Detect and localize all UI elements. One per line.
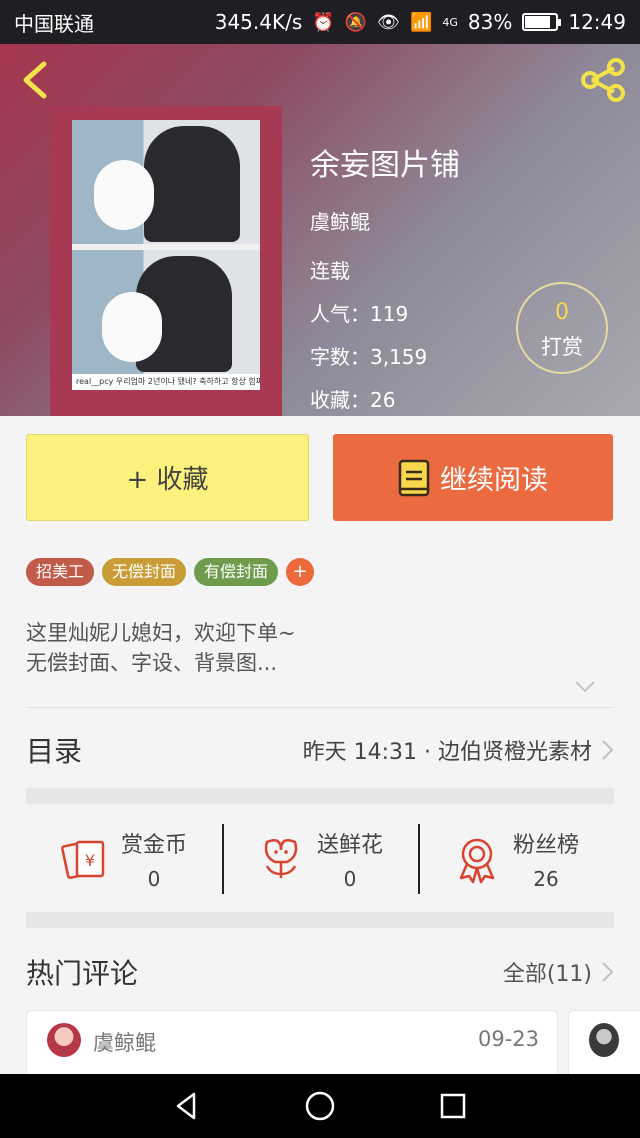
nav-recents-icon[interactable] [436, 1089, 470, 1123]
description-line: 无偿封面、字设、背景图... [26, 651, 278, 675]
mute-icon: 🔕 [344, 11, 368, 33]
book-info: 余妄图片铺 虞鲸鲲 连载 人气：119 字数：3,159 收藏：26 [310, 140, 460, 413]
battery-percent: 83% [467, 10, 513, 34]
network-speed: 345.4K/s [214, 10, 303, 34]
collect-button[interactable]: + 收藏 [26, 434, 309, 521]
comment-date: 09-23 [477, 1027, 539, 1051]
latest-chapter: 昨天 14:31 · 边伯贤橙光素材 [302, 740, 592, 765]
carrier-name: 中国联通 [14, 11, 94, 36]
back-button[interactable] [16, 58, 56, 102]
stats-row: ¥ 赏金币 0 送鲜花 0 粉丝榜 26 [26, 806, 614, 912]
tag-item[interactable]: 招美工 [26, 558, 95, 586]
network-type: 4G [442, 15, 458, 29]
alarm-icon: ⏰ [312, 11, 335, 33]
stat-coins[interactable]: ¥ 赏金币 0 [26, 806, 222, 912]
reward-count: 0 [555, 300, 569, 325]
tag-list: 招美工 无偿封面 有偿封面 + [26, 558, 315, 586]
wifi-icon: 📶 [409, 11, 433, 33]
book-description: 这里灿妮儿媳妇，欢迎下单~ 无偿封面、字设、背景图... [26, 618, 296, 678]
battery-icon [522, 13, 562, 31]
book-status: 连载 [310, 259, 350, 283]
avatar[interactable] [47, 1023, 81, 1057]
continue-reading-button[interactable]: 继续阅读 [333, 434, 613, 521]
cover-caption: real__pcy 우리엄마 2년이나 됐네? 축하하고 항상 힘쩌보자 💋 [72, 374, 260, 390]
flower-icon [264, 839, 298, 878]
section-separator [26, 912, 614, 928]
cover-photo [72, 120, 260, 374]
svg-text:¥: ¥ [85, 851, 95, 870]
comments-title: 热门评论 [26, 957, 139, 990]
medal-icon [459, 838, 495, 884]
chevron-right-icon [602, 740, 614, 760]
stat-label: 赏金币 [120, 833, 187, 858]
continue-reading-label: 继续阅读 [440, 465, 548, 496]
nav-back-icon[interactable] [170, 1089, 204, 1123]
collect-label: + 收藏 [126, 465, 209, 495]
book-header: real__pcy 우리엄마 2년이나 됐네? 축하하고 항상 힘쩌보자 💋 余… [0, 44, 640, 416]
stat-value: 0 [343, 867, 357, 891]
stat-flowers[interactable]: 送鲜花 0 [222, 806, 418, 912]
book-word-count: 字数：3,159 [310, 345, 428, 369]
book-cover[interactable]: real__pcy 우리엄마 2년이나 됐네? 축하하고 항상 힘쩌보자 💋 [50, 106, 282, 416]
stat-label: 送鲜花 [316, 833, 383, 858]
add-tag-button[interactable]: + [286, 558, 315, 586]
stat-value: 0 [147, 867, 161, 891]
eye-icon: 👁 [377, 11, 400, 33]
share-button[interactable] [578, 58, 628, 102]
status-bar: 中国联通 345.4K/s ⏰ 🔕 👁 📶 4G 83% 12:49 [0, 0, 640, 44]
reward-label: 打赏 [541, 335, 583, 359]
status-indicators: 345.4K/s ⏰ 🔕 👁 📶 4G 83% 12:49 [215, 10, 626, 34]
tag-item[interactable]: 无偿封面 [102, 558, 187, 586]
back-arrow-icon [23, 61, 47, 99]
stat-value: 26 [533, 867, 559, 891]
divider [26, 707, 614, 708]
avatar[interactable] [589, 1023, 619, 1057]
book-title: 余妄图片铺 [310, 148, 460, 183]
chevron-right-icon[interactable] [600, 961, 614, 983]
book-favorites: 收藏：26 [310, 388, 396, 412]
stat-fans[interactable]: 粉丝榜 26 [418, 806, 614, 912]
share-icon [581, 58, 625, 102]
book-icon [398, 459, 430, 496]
all-comments-link[interactable]: 全部(11) [503, 956, 592, 988]
catalog-label: 目录 [26, 735, 83, 768]
book-author[interactable]: 虞鲸鲲 [310, 206, 460, 235]
catalog-row[interactable]: 目录 昨天 14:31 · 边伯贤橙光素材 [26, 712, 614, 788]
comments-header: 热门评论 全部(11) [26, 946, 614, 998]
clock: 12:49 [568, 10, 626, 34]
comment-username[interactable]: 虞鲸鲲 [93, 1027, 156, 1057]
description-line: 这里灿妮儿媳妇，欢迎下单~ [26, 621, 296, 645]
nav-home-icon[interactable] [303, 1089, 337, 1123]
system-nav-bar [0, 1074, 640, 1138]
red-envelope-icon: ¥ [61, 840, 105, 880]
tag-item[interactable]: 有偿封面 [194, 558, 279, 586]
section-separator [26, 788, 614, 804]
reward-button[interactable]: 0 打赏 [516, 282, 608, 374]
stat-label: 粉丝榜 [512, 833, 579, 858]
book-popularity: 人气：119 [310, 302, 409, 326]
expand-chevron-icon[interactable] [574, 680, 596, 694]
